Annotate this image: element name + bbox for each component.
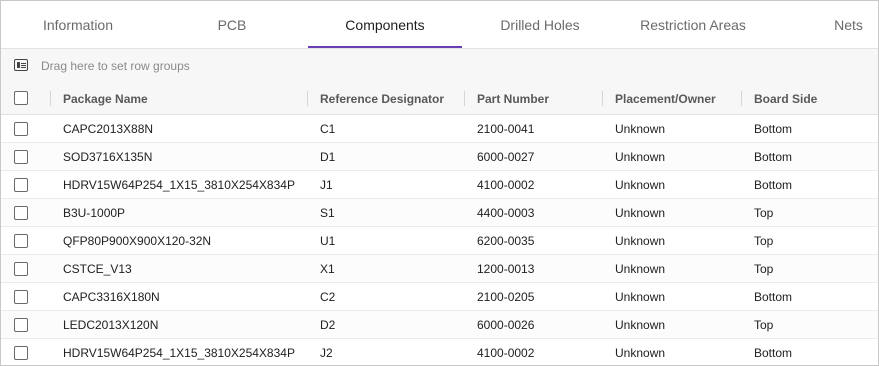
cell-placement-owner: Unknown — [615, 121, 666, 136]
row-checkbox[interactable] — [14, 206, 28, 220]
tab-bar: Information PCB Components Drilled Holes… — [1, 1, 878, 48]
column-separator[interactable] — [307, 91, 308, 106]
row-group-panel[interactable]: Drag here to set row groups — [1, 48, 878, 84]
cell-package-name: QFP80P900X900X120-32N — [63, 233, 212, 248]
header-board-side[interactable]: Board Side — [754, 83, 817, 114]
row-checkbox[interactable] — [14, 178, 28, 192]
cell-reference-designator: X1 — [320, 261, 335, 276]
cell-part-number: 2100-0041 — [477, 121, 535, 136]
cell-part-number: 2100-0205 — [477, 289, 535, 304]
cell-part-number: 1200-0013 — [477, 261, 535, 276]
row-checkbox[interactable] — [14, 234, 28, 248]
components-panel: Information PCB Components Drilled Holes… — [0, 0, 879, 366]
cell-reference-designator: S1 — [320, 205, 335, 220]
cell-placement-owner: Unknown — [615, 233, 666, 248]
cell-placement-owner: Unknown — [615, 149, 666, 164]
table-row[interactable]: CAPC2013X88N C1 2100-0041 Unknown Bottom — [1, 115, 878, 143]
row-checkbox[interactable] — [14, 262, 28, 276]
header-package-name[interactable]: Package Name — [63, 83, 148, 114]
cell-placement-owner: Unknown — [615, 289, 666, 304]
column-separator[interactable] — [602, 91, 603, 106]
cell-board-side: Bottom — [754, 289, 793, 304]
cell-reference-designator: C2 — [320, 289, 336, 304]
row-checkbox[interactable] — [14, 122, 28, 136]
cell-board-side: Bottom — [754, 345, 793, 360]
cell-board-side: Top — [754, 261, 774, 276]
row-group-icon — [14, 59, 28, 71]
grid-header: Package Name Reference Designator Part N… — [1, 83, 878, 115]
cell-reference-designator: D2 — [320, 317, 336, 332]
cell-package-name: SOD3716X135N — [63, 149, 153, 164]
cell-placement-owner: Unknown — [615, 261, 666, 276]
table-row[interactable]: CSTCE_V13 X1 1200-0013 Unknown Top — [1, 255, 878, 283]
cell-board-side: Top — [754, 317, 774, 332]
select-all-checkbox[interactable] — [14, 91, 28, 105]
cell-part-number: 4100-0002 — [477, 345, 535, 360]
cell-reference-designator: D1 — [320, 149, 336, 164]
cell-package-name: LEDC2013X120N — [63, 317, 159, 332]
cell-package-name: HDRV15W64P254_1X15_3810X254X834P — [63, 177, 295, 192]
cell-package-name: CAPC2013X88N — [63, 121, 154, 136]
cell-package-name: CSTCE_V13 — [63, 261, 132, 276]
column-separator[interactable] — [50, 91, 51, 106]
table-row[interactable]: QFP80P900X900X120-32N U1 6200-0035 Unkno… — [1, 227, 878, 255]
cell-reference-designator: J1 — [320, 177, 333, 192]
cell-placement-owner: Unknown — [615, 317, 666, 332]
table-row[interactable]: HDRV15W64P254_1X15_3810X254X834P J2 4100… — [1, 339, 878, 365]
cell-board-side: Bottom — [754, 149, 793, 164]
column-separator[interactable] — [464, 91, 465, 106]
cell-board-side: Bottom — [754, 177, 793, 192]
cell-reference-designator: C1 — [320, 121, 336, 136]
cell-part-number: 4100-0002 — [477, 177, 535, 192]
tab-restriction-areas[interactable]: Restriction Areas — [623, 1, 763, 48]
cell-package-name: HDRV15W64P254_1X15_3810X254X834P — [63, 345, 295, 360]
tab-nets[interactable]: Nets — [816, 1, 878, 48]
cell-board-side: Bottom — [754, 121, 793, 136]
cell-placement-owner: Unknown — [615, 345, 666, 360]
cell-board-side: Top — [754, 233, 774, 248]
table-row[interactable]: SOD3716X135N D1 6000-0027 Unknown Bottom — [1, 143, 878, 171]
cell-placement-owner: Unknown — [615, 205, 666, 220]
column-separator[interactable] — [741, 91, 742, 106]
header-reference-designator[interactable]: Reference Designator — [320, 83, 444, 114]
row-checkbox[interactable] — [14, 290, 28, 304]
row-checkbox[interactable] — [14, 346, 28, 360]
row-checkbox[interactable] — [14, 150, 28, 164]
table-row[interactable]: HDRV15W64P254_1X15_3810X254X834P J1 4100… — [1, 171, 878, 199]
row-group-placeholder: Drag here to set row groups — [41, 59, 190, 73]
tab-components[interactable]: Components — [308, 1, 462, 48]
table-row[interactable]: LEDC2013X120N D2 6000-0026 Unknown Top — [1, 311, 878, 339]
cell-part-number: 6000-0027 — [477, 149, 535, 164]
cell-part-number: 6000-0026 — [477, 317, 535, 332]
tab-information[interactable]: Information — [23, 1, 133, 48]
row-checkbox[interactable] — [14, 318, 28, 332]
table-row[interactable]: CAPC3316X180N C2 2100-0205 Unknown Botto… — [1, 283, 878, 311]
cell-package-name: B3U-1000P — [63, 205, 126, 220]
tab-drilled-holes[interactable]: Drilled Holes — [475, 1, 605, 48]
cell-board-side: Top — [754, 205, 774, 220]
cell-part-number: 6200-0035 — [477, 233, 535, 248]
table-row[interactable]: B3U-1000P S1 4400-0003 Unknown Top — [1, 199, 878, 227]
cell-reference-designator: J2 — [320, 345, 333, 360]
tab-pcb[interactable]: PCB — [177, 1, 287, 48]
cell-package-name: CAPC3316X180N — [63, 289, 160, 304]
cell-part-number: 4400-0003 — [477, 205, 535, 220]
header-placement-owner[interactable]: Placement/Owner — [615, 83, 716, 114]
cell-reference-designator: U1 — [320, 233, 336, 248]
header-part-number[interactable]: Part Number — [477, 83, 549, 114]
cell-placement-owner: Unknown — [615, 177, 666, 192]
